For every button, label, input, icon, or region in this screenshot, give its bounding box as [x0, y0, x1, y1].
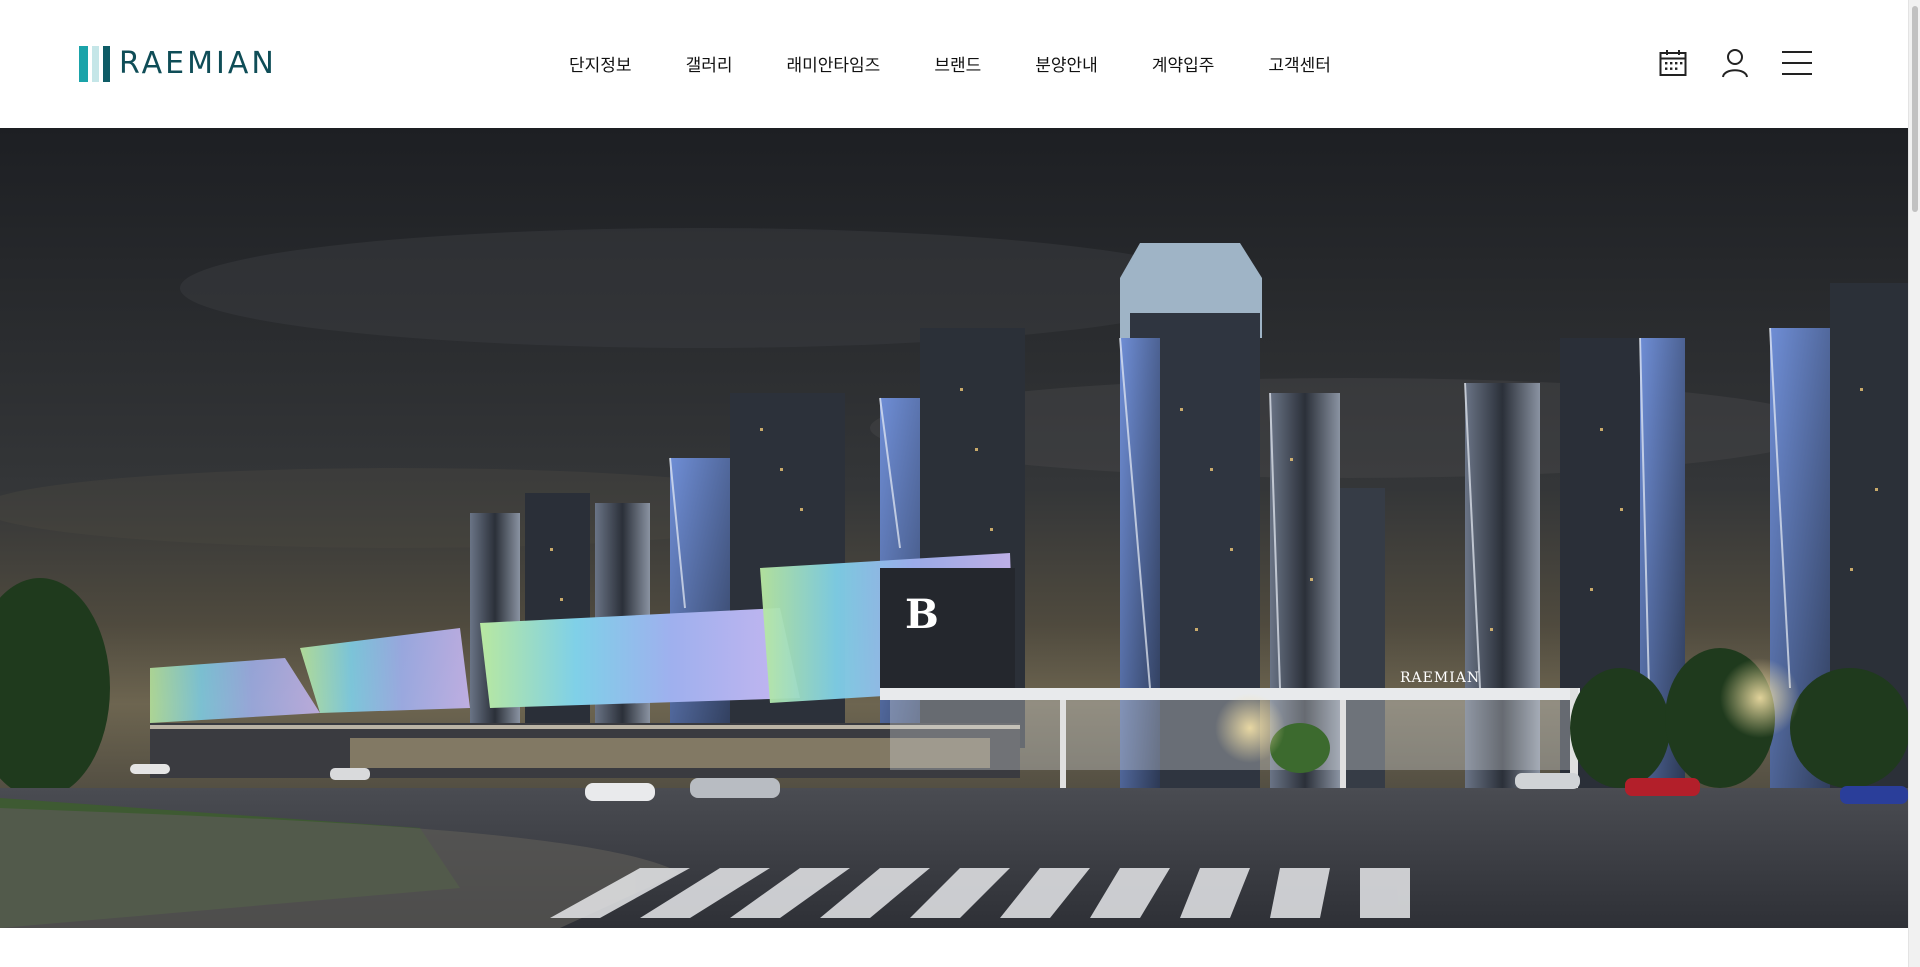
- main-nav: 단지정보 갤러리 래미안타임즈 브랜드 분양안내 계약입주 고객센터: [569, 51, 1331, 76]
- nav-item-sales-info[interactable]: 분양안내: [1035, 51, 1098, 76]
- nav-item-brand[interactable]: 브랜드: [934, 51, 981, 76]
- header-utilities: [1657, 47, 1813, 79]
- calendar-button[interactable]: [1657, 47, 1689, 79]
- raemian-logo[interactable]: RAEMIAN: [79, 45, 277, 83]
- night-cityscape-illustration: B RAEMIAN: [0, 128, 1908, 928]
- logo-text: RAEMIAN: [119, 46, 277, 81]
- nav-item-complex-info[interactable]: 단지정보: [569, 51, 632, 76]
- calendar-icon: [1659, 50, 1687, 76]
- svg-text:RAEMIAN: RAEMIAN: [1400, 670, 1480, 686]
- user-button[interactable]: [1719, 47, 1751, 79]
- page-scrollbar[interactable]: [1908, 0, 1920, 967]
- user-icon: [1722, 49, 1748, 78]
- site-header: RAEMIAN 단지정보 갤러리 래미안타임즈 브랜드 분양안내 계약입주 고객…: [0, 0, 1908, 128]
- scrollbar-thumb[interactable]: [1912, 6, 1918, 212]
- menu-button[interactable]: [1781, 47, 1813, 79]
- logo-mark-icon: [79, 46, 110, 82]
- nav-item-customer-center[interactable]: 고객센터: [1268, 51, 1331, 76]
- nav-item-gallery[interactable]: 갤러리: [686, 51, 733, 76]
- nav-item-raemian-times[interactable]: 래미안타임즈: [786, 51, 880, 76]
- hero-banner-image: B RAEMIAN: [0, 128, 1908, 928]
- nav-item-contract-movein[interactable]: 계약입주: [1152, 51, 1215, 76]
- svg-text:B: B: [905, 591, 939, 638]
- hamburger-menu-icon: [1782, 51, 1812, 75]
